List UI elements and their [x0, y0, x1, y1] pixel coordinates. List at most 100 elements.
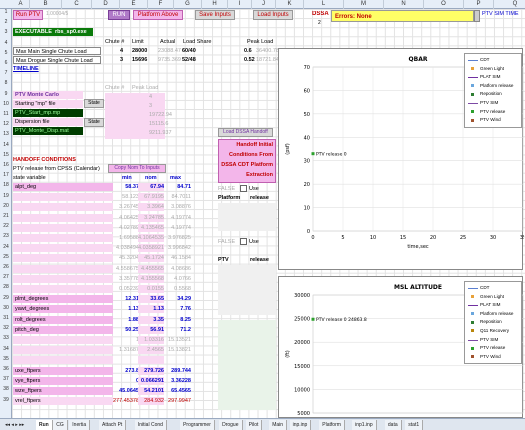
- sheet-tab-attach-pt[interactable]: Attach Pt: [99, 420, 127, 430]
- state-row[interactable]: rolt_degrees 1.88 3.35 8.25: [13, 315, 193, 325]
- state-nom-value[interactable]: 67.9195: [138, 193, 164, 202]
- sheet-tab-stat1[interactable]: stat1: [405, 420, 424, 430]
- column-header-b[interactable]: B: [30, 0, 62, 9]
- ptv-sim-time-link[interactable]: PTV SIM TIME: [482, 11, 519, 17]
- state-row[interactable]: 0.05239 0.0155 0.5568: [13, 285, 193, 294]
- row-header-15[interactable]: 15: [0, 152, 12, 158]
- copy-nom-button[interactable]: Copy Nom To Inputs: [108, 164, 166, 173]
- row-header-18[interactable]: 18: [0, 182, 12, 188]
- state-nom-value[interactable]: 284.932: [138, 397, 164, 406]
- state-nom-value[interactable]: 4.135465: [138, 223, 164, 232]
- state-nom-value[interactable]: 54.2101: [138, 387, 164, 395]
- state-nom-value[interactable]: 4.155568: [138, 274, 164, 283]
- state-max-value[interactable]: 297.9947: [165, 397, 191, 405]
- state-row[interactable]: 3.26745 3.3964 3.08876: [13, 203, 193, 212]
- state-row[interactable]: vye_ftpers00.0662913.36228: [13, 376, 193, 386]
- row-header-25[interactable]: 25: [0, 254, 12, 260]
- column-header-a[interactable]: A: [12, 0, 30, 9]
- state-nom-value[interactable]: 1.03316: [138, 336, 164, 344]
- sheet-tab-inp1-inp[interactable]: inp1.inp: [352, 420, 377, 430]
- column-header-n[interactable]: N: [384, 0, 424, 9]
- use-checkbox-2[interactable]: [240, 238, 247, 245]
- state-row[interactable]: 3.35778 4.155568 4.0766: [13, 274, 193, 284]
- sheet-tab-platform[interactable]: Platform: [319, 420, 345, 430]
- row-header-2[interactable]: 2: [0, 19, 12, 25]
- column-header-g[interactable]: G: [174, 0, 202, 9]
- state-max-value[interactable]: 34.29: [165, 295, 191, 303]
- state-nom-value[interactable]: 45.1724: [138, 254, 164, 263]
- column-header-h[interactable]: H: [202, 0, 228, 9]
- state-min-value[interactable]: 4.02789: [113, 224, 139, 232]
- state-min-value[interactable]: 12.31: [113, 295, 139, 303]
- state-nom-value[interactable]: 0.0155: [138, 285, 164, 293]
- state-nom-value[interactable]: 3.24785: [138, 213, 164, 222]
- state-min-value[interactable]: 273.8: [113, 367, 139, 375]
- row-header-28[interactable]: 28: [0, 284, 12, 290]
- column-header-d[interactable]: D: [92, 0, 120, 9]
- column-header-o[interactable]: O: [424, 0, 464, 9]
- state-row[interactable]: pitch_deg 50.25 56.91 71.2: [13, 325, 193, 335]
- row-header-33[interactable]: 33: [0, 335, 12, 341]
- sheet-tab-drogue[interactable]: Drogue: [219, 420, 243, 430]
- state-nom-value[interactable]: 56.91: [138, 325, 164, 334]
- save-inputs-button[interactable]: Save Inputs: [195, 10, 235, 20]
- state-max-value[interactable]: [165, 356, 191, 364]
- state-nom-value[interactable]: 4.1064535: [138, 234, 164, 242]
- state-row[interactable]: 4.06425 3.24785 4.19774: [13, 213, 193, 223]
- column-header-q[interactable]: Q: [494, 0, 525, 9]
- column-header-k[interactable]: K: [276, 0, 304, 9]
- row-header-4[interactable]: 4: [0, 40, 12, 46]
- state-row[interactable]: wze_ftpers 45.0645 54.2101 65.4565: [13, 387, 193, 396]
- dispersion-file[interactable]: PTV_Monte_Disp.mat: [13, 127, 83, 135]
- state-max-value[interactable]: 4.0766: [165, 275, 191, 283]
- sheet-tab-main[interactable]: Main: [269, 420, 288, 430]
- sheet-tab-run[interactable]: Run: [36, 420, 53, 430]
- state-row[interactable]: 4.038494 4.0358921 3.996842: [13, 244, 193, 253]
- state-max-value[interactable]: 4.08686: [165, 265, 191, 273]
- state-min-value[interactable]: 0.05239: [113, 285, 139, 293]
- qbar-chart[interactable]: QBAR 0 10 20 30 40 50 60 70 0 5 10 15 20 25 30 35 time,se…: [278, 48, 525, 270]
- state-min-value[interactable]: 0: [113, 377, 139, 385]
- state-row[interactable]: 1.69588 4.1064535 3.976825: [13, 234, 193, 243]
- state-nom-value[interactable]: 3.35: [138, 315, 164, 324]
- state-max-value[interactable]: 65.4565: [165, 387, 191, 395]
- row-header-17[interactable]: 17: [0, 172, 12, 178]
- row-header-3[interactable]: 3: [0, 29, 12, 35]
- state-min-value[interactable]: 4.038494: [113, 244, 139, 252]
- row-header-16[interactable]: 16: [0, 162, 12, 168]
- state-max-value[interactable]: 71.2: [165, 326, 191, 334]
- state-min-value[interactable]: [113, 356, 139, 364]
- state-nom-value[interactable]: 4.455565: [138, 264, 164, 273]
- state-row[interactable]: alpt_deg 58.37 67.94 84.71: [13, 183, 193, 192]
- state-row[interactable]: 45.3204 45.1724 46.1584: [13, 254, 193, 263]
- row-header-11[interactable]: 11: [0, 111, 12, 117]
- row-header-36[interactable]: 36: [0, 366, 12, 372]
- state-max-value[interactable]: 84.7011: [165, 193, 191, 201]
- state-row[interactable]: 4.558675 4.455565 4.08686: [13, 264, 193, 274]
- state-min-value[interactable]: 4.06425: [113, 214, 139, 222]
- state-min-value[interactable]: 1.69588: [113, 234, 139, 242]
- state-max-value[interactable]: 7.76: [165, 305, 191, 313]
- state-row[interactable]: 11.0331615.13521: [13, 336, 193, 345]
- state-row[interactable]: 58.123 67.9195 84.7011: [13, 193, 193, 202]
- state-max-value[interactable]: 46.1584: [165, 254, 191, 262]
- column-header-p[interactable]: P: [464, 0, 494, 9]
- column-header-e[interactable]: E: [120, 0, 148, 9]
- state-min-value[interactable]: 58.37: [113, 183, 139, 191]
- row-header-7[interactable]: 7: [0, 70, 12, 76]
- row-header-24[interactable]: 24: [0, 244, 12, 250]
- state-max-value[interactable]: 3.996842: [165, 244, 191, 252]
- column-header-f[interactable]: F: [148, 0, 174, 9]
- row-header-37[interactable]: 37: [0, 376, 12, 382]
- state-min-value[interactable]: 1.13: [113, 305, 139, 313]
- load-inputs-button[interactable]: Load Inputs: [253, 10, 293, 20]
- row-header-5[interactable]: 5: [0, 50, 12, 56]
- column-header-l[interactable]: L: [304, 0, 344, 9]
- state-max-value[interactable]: 3.08876: [165, 203, 191, 211]
- state-nom-value[interactable]: 33.65: [138, 295, 164, 304]
- row-header-35[interactable]: 35: [0, 356, 12, 362]
- state-max-value[interactable]: 0.5568: [165, 285, 191, 293]
- state-max-value[interactable]: 3.976825: [165, 234, 191, 242]
- row-header-30[interactable]: 30: [0, 305, 12, 311]
- row-header-6[interactable]: 6: [0, 60, 12, 66]
